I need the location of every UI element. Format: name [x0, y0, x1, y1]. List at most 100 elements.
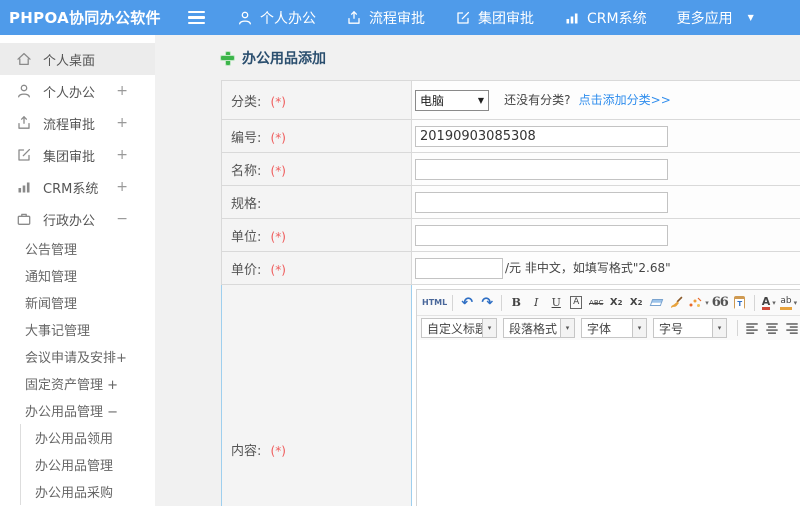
- align-right-button[interactable]: [783, 319, 800, 338]
- name-input[interactable]: [415, 158, 668, 180]
- expand-icon[interactable]: +: [116, 83, 128, 99]
- font-color-button[interactable]: A ▾: [760, 293, 778, 312]
- html-source-button[interactable]: HTML: [422, 293, 447, 312]
- font-family-select[interactable]: 字体 ▾: [581, 318, 647, 338]
- sidebar-leaf-supplies-purchase[interactable]: 办公用品采购: [21, 478, 155, 505]
- expand-icon[interactable]: +: [116, 115, 128, 131]
- field-label: 单价:: [231, 262, 262, 278]
- bold-button[interactable]: B: [507, 293, 525, 312]
- sidebar-subitem-fixed-assets[interactable]: 固定资产管理 +: [0, 370, 155, 397]
- price-input[interactable]: [415, 257, 503, 279]
- user-icon: [18, 84, 30, 98]
- toolbar-separator: [452, 294, 454, 311]
- expand-icon[interactable]: +: [116, 179, 128, 195]
- font-border-glyph: A: [570, 296, 583, 309]
- subitem-label: 新闻管理: [25, 297, 78, 312]
- underline-button[interactable]: U: [547, 293, 565, 312]
- nav-item-crm[interactable]: CRM系统: [564, 8, 647, 28]
- sidebar-subitem-events[interactable]: 大事记管理: [0, 316, 155, 343]
- rich-text-editor: HTML ↶ ↷ B I U A ABC X2 X2 ▾ 66 T A ▾ ab…: [416, 289, 800, 506]
- field-label: 分类:: [231, 94, 262, 110]
- sidebar-item-desktop[interactable]: 个人桌面: [0, 43, 155, 75]
- sidebar-subitem-office-supplies[interactable]: 办公用品管理 −: [0, 397, 155, 424]
- editor-toolbar-row2: 自定义标题 ▾ 段落格式 ▾ 字体 ▾ 字号 ▾: [417, 315, 800, 340]
- nav-item-group-approval[interactable]: 集团审批: [455, 8, 534, 28]
- font-size-select[interactable]: 字号 ▾: [653, 318, 727, 338]
- sidebar-item-label: 行政办公: [43, 213, 96, 229]
- redo-button[interactable]: ↷: [478, 293, 496, 312]
- office-supplies-submenu: 办公用品领用 办公用品管理 办公用品采购: [20, 424, 155, 505]
- nav-item-personal-office[interactable]: 个人办公: [237, 8, 316, 28]
- unit-input[interactable]: [415, 224, 668, 246]
- nav-label: CRM系统: [587, 10, 647, 27]
- sidebar-item-personal-office[interactable]: 个人办公 +: [0, 75, 155, 107]
- nav-item-process-approval[interactable]: 流程审批: [346, 8, 425, 28]
- sidebar-leaf-supplies-management[interactable]: 办公用品管理: [21, 451, 155, 478]
- font-border-button[interactable]: A: [567, 293, 585, 312]
- editor-toolbar-row1: HTML ↶ ↷ B I U A ABC X2 X2 ▾ 66 T A ▾ ab…: [417, 290, 800, 315]
- superscript-button[interactable]: X2: [607, 293, 625, 312]
- editor-content-area[interactable]: [417, 340, 800, 506]
- spec-input[interactable]: [415, 191, 668, 213]
- sidebar-item-label: CRM系统: [43, 181, 99, 197]
- blockquote-button[interactable]: 66: [711, 293, 729, 312]
- nav-item-more-apps[interactable]: 更多应用 ▼: [677, 8, 754, 28]
- sidebar-subitem-announcement[interactable]: 公告管理: [0, 235, 155, 262]
- form-row-code: 编号: (*): [221, 119, 800, 153]
- chevron-down-icon: ▾: [712, 319, 726, 337]
- edit-icon: [457, 11, 470, 24]
- subitem-label: 会议申请及安排+: [25, 351, 127, 366]
- align-center-button[interactable]: [763, 319, 781, 338]
- sidebar-item-label: 个人桌面: [43, 53, 96, 69]
- field-label: 规格:: [231, 196, 262, 212]
- nav-label: 更多应用: [676, 10, 733, 27]
- italic-button[interactable]: I: [527, 293, 545, 312]
- paste-letter: T: [735, 299, 745, 309]
- undo-button[interactable]: ↶: [458, 293, 476, 312]
- align-left-icon: [746, 323, 758, 334]
- align-left-button[interactable]: [743, 319, 761, 338]
- sidebar-item-process-approval[interactable]: 流程审批 +: [0, 107, 155, 139]
- toolbar-separator: [753, 294, 755, 311]
- sidebar-leaf-supplies-requisition[interactable]: 办公用品领用: [21, 424, 155, 451]
- field-label: 名称:: [231, 163, 262, 179]
- bar-chart-icon: [566, 13, 578, 23]
- sidebar-subitem-meeting[interactable]: 会议申请及安排+: [0, 343, 155, 370]
- paragraph-format-select[interactable]: 段落格式 ▾: [503, 318, 575, 338]
- subscript-button[interactable]: X2: [627, 293, 645, 312]
- code-input[interactable]: [415, 125, 668, 147]
- content-label-cell: 内容: (*): [221, 284, 412, 506]
- custom-heading-select[interactable]: 自定义标题 ▾: [421, 318, 497, 338]
- sidebar-subitem-news[interactable]: 新闻管理: [0, 289, 155, 316]
- app-logo: PHPOA协同办公软件: [9, 9, 161, 27]
- required-mark: (*): [270, 94, 286, 109]
- clipboard-icon: T: [734, 296, 746, 309]
- sidebar-item-admin-office[interactable]: 行政办公 −: [0, 203, 155, 235]
- format-brush-button[interactable]: [667, 293, 685, 312]
- subitem-label: 大事记管理: [25, 324, 91, 339]
- required-mark: (*): [270, 444, 286, 458]
- sidebar-subitem-notice[interactable]: 通知管理: [0, 262, 155, 289]
- sidebar-item-group-approval[interactable]: 集团审批 +: [0, 139, 155, 171]
- required-mark: (*): [270, 130, 286, 145]
- category-select[interactable]: 电脑 ▼: [415, 89, 489, 111]
- expand-icon[interactable]: +: [116, 147, 128, 163]
- subitem-label: 固定资产管理 +: [25, 378, 119, 393]
- eraser-button[interactable]: [647, 293, 665, 312]
- highlight-glyph: ab: [780, 296, 792, 310]
- content-value-cell: HTML ↶ ↷ B I U A ABC X2 X2 ▾ 66 T A ▾ ab…: [411, 284, 800, 506]
- menu-icon[interactable]: [186, 7, 207, 29]
- auto-typeset-button[interactable]: ▾: [687, 293, 709, 312]
- align-right-icon: [786, 323, 798, 334]
- page-title: 办公用品添加: [221, 48, 800, 68]
- subitem-label: 公告管理: [25, 243, 78, 258]
- sidebar-item-crm[interactable]: CRM系统 +: [0, 171, 155, 203]
- collapse-icon[interactable]: −: [116, 211, 128, 227]
- strikethrough-button[interactable]: ABC: [587, 293, 605, 312]
- spec-label-cell: 规格:: [221, 185, 412, 219]
- paste-text-button[interactable]: T: [731, 293, 749, 312]
- toolbar-separator: [501, 294, 503, 311]
- add-category-link[interactable]: 点击添加分类>>: [579, 93, 671, 107]
- name-label-cell: 名称: (*): [221, 152, 412, 186]
- highlight-color-button[interactable]: ab ▾: [780, 293, 798, 312]
